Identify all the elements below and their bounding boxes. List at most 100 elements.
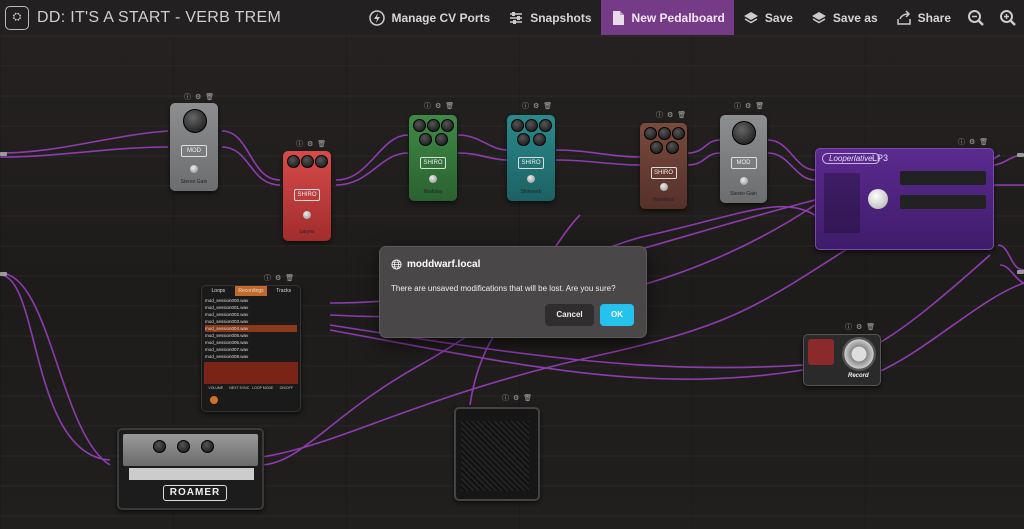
recording-list-item[interactable]: mod_session008.wav <box>205 353 297 360</box>
recording-list-item[interactable]: mod_session000.wav <box>205 297 297 304</box>
ok-button[interactable]: OK <box>600 304 634 326</box>
knob[interactable] <box>153 440 166 453</box>
knob[interactable] <box>650 141 663 154</box>
tab-tracks[interactable]: Tracks <box>267 286 300 296</box>
pedal-toolbar-icons[interactable]: ⓘ⚙🗑 <box>734 101 768 111</box>
recording-list-item[interactable]: mod_session004.wav <box>205 325 297 332</box>
pedal-name: Larynx <box>299 229 315 235</box>
shiro-modulay-pedal[interactable]: SHIRO Modulay <box>409 115 457 201</box>
pedal-name: Shimverb <box>520 189 542 195</box>
record-label: Record <box>848 373 869 379</box>
top-bar: ⛭ DD: IT'S A START - VERB TREM Manage CV… <box>0 0 1024 36</box>
output-port[interactable] <box>1017 270 1024 274</box>
knob[interactable] <box>435 133 448 146</box>
footswitch[interactable] <box>740 177 748 185</box>
knob[interactable] <box>644 127 657 140</box>
knob[interactable] <box>672 127 685 140</box>
knob[interactable] <box>525 119 538 132</box>
waveform-display[interactable] <box>204 362 298 384</box>
snapshots-button[interactable]: Snapshots <box>499 0 600 35</box>
pedal-toolbar-icons[interactable]: ⓘ⚙🗑 <box>656 110 690 120</box>
share-button[interactable]: Share <box>887 0 960 35</box>
pedal-brand-badge: SHIRO <box>650 167 677 179</box>
recording-list-item[interactable]: mod_session003.wav <box>205 318 297 325</box>
knob[interactable] <box>441 119 454 132</box>
record-plugin[interactable]: Record <box>803 334 881 386</box>
shiro-shimverb-pedal[interactable]: SHIRO Shimverb <box>507 115 555 201</box>
recorder-plugin[interactable]: Loops Recordings Tracks mod_session000.w… <box>201 285 301 412</box>
save-as-button[interactable]: Save as <box>802 0 887 35</box>
volume-knob[interactable] <box>868 189 888 209</box>
recording-list-item[interactable]: mod_session001.wav <box>205 304 297 311</box>
cabinet-plugin[interactable] <box>454 407 540 501</box>
footswitch[interactable] <box>303 211 311 219</box>
save-button[interactable]: Save <box>734 0 802 35</box>
knob[interactable] <box>533 133 546 146</box>
gain-knob[interactable] <box>732 121 756 145</box>
tab-recordings[interactable]: Recordings <box>234 286 268 296</box>
amp-control-panel <box>123 434 258 466</box>
recording-list-item[interactable]: mod_session007.wav <box>205 346 297 353</box>
shiro-larynx-pedal[interactable]: SHIRO Larynx <box>283 151 331 241</box>
pedal-toolbar-icons[interactable]: ⓘ⚙🗑 <box>184 92 218 102</box>
knob[interactable] <box>539 119 552 132</box>
knob[interactable] <box>301 155 314 168</box>
input-port[interactable] <box>0 152 7 156</box>
pedal-toolbar-icons[interactable]: ⓘ⚙🗑 <box>958 137 992 147</box>
pedal-toolbar-icons[interactable]: ⓘ⚙🗑 <box>845 322 879 332</box>
knob[interactable] <box>427 119 440 132</box>
output-port[interactable] <box>1017 153 1024 157</box>
pedal-toolbar-icons[interactable]: ⓘ⚙🗑 <box>296 139 330 149</box>
recordings-list: mod_session000.wav mod_session001.wav mod_… <box>202 296 300 361</box>
footswitch[interactable] <box>190 165 198 173</box>
knob[interactable] <box>666 141 679 154</box>
track-row-1[interactable] <box>900 171 986 185</box>
zoom-in-icon <box>1000 9 1016 26</box>
loop-mode-label: LOOP MODE <box>252 386 274 390</box>
new-pedalboard-button[interactable]: New Pedalboard <box>600 0 734 35</box>
pedal-brand-badge: SHIRO <box>420 157 446 169</box>
record-button[interactable] <box>808 339 834 365</box>
save-label: Save <box>764 10 793 25</box>
stereo-gain-pedal-2[interactable]: MOD Stereo Gain <box>720 115 767 203</box>
zoom-out-button[interactable] <box>960 0 992 35</box>
recording-list-item[interactable]: mod_session005.wav <box>205 332 297 339</box>
input-port[interactable] <box>0 272 7 276</box>
knob[interactable] <box>413 119 426 132</box>
tab-loops[interactable]: Loops <box>202 286 235 296</box>
gain-knob[interactable] <box>183 109 207 133</box>
stereo-gain-pedal-1[interactable]: MOD Stereo Gain <box>170 103 218 191</box>
pedal-toolbar-icons[interactable]: ⓘ⚙🗑 <box>502 393 536 403</box>
pedal-brand-badge: MOD <box>730 157 757 169</box>
footswitch[interactable] <box>660 183 668 191</box>
footswitch[interactable] <box>527 175 535 183</box>
knob[interactable] <box>511 119 524 132</box>
mod-logo-icon[interactable]: ⛭ <box>5 5 29 30</box>
zoom-in-button[interactable] <box>992 0 1024 35</box>
knob[interactable] <box>315 155 328 168</box>
recording-list-item[interactable]: mod_session006.wav <box>205 339 297 346</box>
knob[interactable] <box>177 440 190 453</box>
recorder-tabs: Loops Recordings Tracks <box>202 286 300 296</box>
cancel-button[interactable]: Cancel <box>545 304 594 326</box>
footswitch[interactable] <box>429 175 437 183</box>
tape-reel-icon <box>842 337 876 371</box>
track-row-2[interactable] <box>900 195 986 209</box>
knob[interactable] <box>517 133 530 146</box>
share-label: Share <box>917 10 951 25</box>
pedal-toolbar-icons[interactable]: ⓘ⚙🗑 <box>424 101 458 111</box>
shiro-harmless-pedal[interactable]: SHIRO Harmless <box>640 123 687 209</box>
looperlative-lp3-plugin[interactable]: Looperlative LP3 <box>815 148 994 250</box>
manage-cv-ports-button[interactable]: Manage CV Ports <box>360 0 499 35</box>
knob[interactable] <box>658 127 671 140</box>
pedal-toolbar-icons[interactable]: ⓘ⚙🗑 <box>522 101 556 111</box>
knob[interactable] <box>201 440 214 453</box>
knob[interactable] <box>419 133 432 146</box>
recording-list-item[interactable]: mod_session002.wav <box>205 311 297 318</box>
pedal-name: Harmless <box>652 197 675 203</box>
volume-knob[interactable] <box>210 396 218 404</box>
knob[interactable] <box>287 155 300 168</box>
pedal-toolbar-icons[interactable]: ⓘ⚙🗑 <box>264 273 298 283</box>
amp-switches[interactable] <box>129 468 254 480</box>
roamer-amp-plugin[interactable]: ROAMER <box>117 428 264 510</box>
